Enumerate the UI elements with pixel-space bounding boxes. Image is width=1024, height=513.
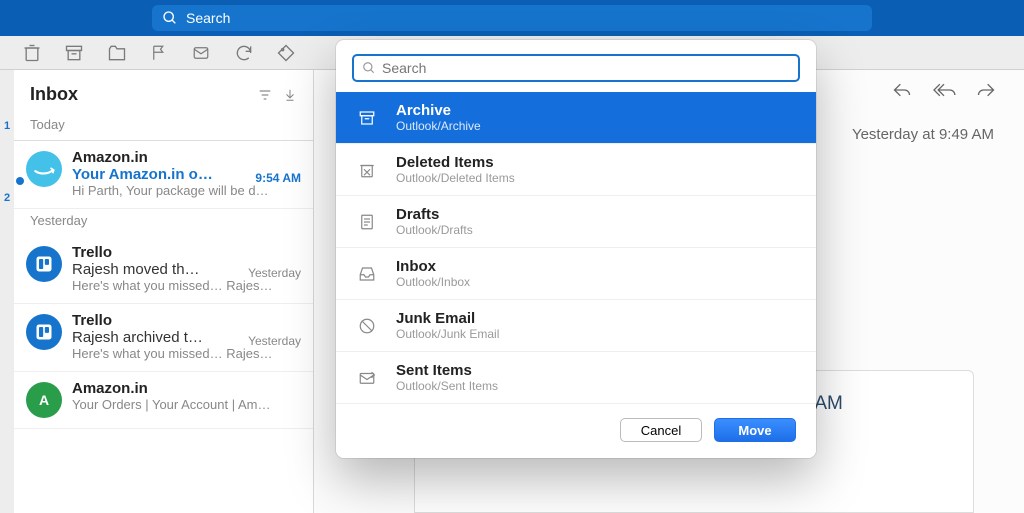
cancel-button[interactable]: Cancel	[620, 418, 702, 442]
message-row[interactable]: TrelloRajesh moved th…Here's what you mi…	[14, 236, 313, 304]
folder-item-sent-items[interactable]: Sent ItemsOutlook/Sent Items	[336, 352, 816, 404]
forward-button[interactable]	[974, 80, 998, 100]
folder-name: Drafts	[396, 206, 473, 223]
sent-icon	[356, 369, 378, 387]
folder-item-inbox[interactable]: InboxOutlook/Inbox	[336, 248, 816, 300]
folder-item-deleted-items[interactable]: Deleted ItemsOutlook/Deleted Items	[336, 144, 816, 196]
archive-icon	[356, 109, 378, 127]
folder-path: Outlook/Inbox	[396, 275, 470, 289]
folder-name: Archive	[396, 102, 481, 119]
trash-icon	[356, 161, 378, 179]
move-button[interactable]	[106, 43, 128, 63]
reply-button[interactable]	[890, 80, 914, 100]
folder-item-junk-email[interactable]: Junk EmailOutlook/Junk Email	[336, 300, 816, 352]
sender-name: Amazon.in	[72, 149, 301, 166]
move-confirm-button[interactable]: Move	[714, 418, 796, 442]
folder-name: Inbox	[396, 258, 470, 275]
message-time: 9:54 AM	[255, 171, 301, 185]
search-placeholder: Search	[186, 10, 230, 26]
section-label: Today	[14, 113, 313, 140]
message-row[interactable]: Amazon.inYour Amazon.in o…Hi Parth, Your…	[14, 140, 313, 209]
flag-button[interactable]	[150, 43, 168, 63]
folder-title: Inbox	[30, 84, 78, 105]
message-time: Yesterday	[248, 334, 301, 348]
section-label: Yesterday	[14, 209, 313, 236]
folder-path: Outlook/Junk Email	[396, 327, 499, 341]
mark-unread-button[interactable]	[190, 44, 212, 62]
folder-path: Outlook/Archive	[396, 119, 481, 133]
account-rail: 1 2	[0, 70, 14, 513]
search-field[interactable]: Search	[152, 5, 872, 31]
avatar	[26, 151, 62, 187]
preview-text: Hi Parth, Your package will be d…	[72, 183, 301, 198]
message-row[interactable]: TrelloRajesh archived t…Here's what you …	[14, 304, 313, 372]
delete-button[interactable]	[22, 43, 42, 63]
message-list: Inbox TodayAmazon.inYour Amazon.in o…Hi …	[14, 70, 314, 513]
account-badge-1[interactable]: 1	[4, 120, 10, 132]
message-row[interactable]: A Amazon.inYour Orders | Your Account | A…	[14, 372, 313, 429]
account-badge-2[interactable]: 2	[4, 192, 10, 204]
sort-icon[interactable]	[283, 87, 297, 103]
message-timestamp: Yesterday at 9:49 AM	[852, 126, 994, 143]
folder-name: Junk Email	[396, 310, 499, 327]
tag-button[interactable]	[276, 43, 296, 63]
preview-text: Here's what you missed… Rajes…	[72, 346, 301, 361]
folder-search-input[interactable]	[352, 54, 800, 82]
preview-text: Here's what you missed… Rajes…	[72, 278, 301, 293]
sender-name: Amazon.in	[72, 380, 301, 397]
folder-search-input-field[interactable]	[382, 60, 790, 76]
sync-button[interactable]	[234, 43, 254, 63]
folder-item-archive[interactable]: ArchiveOutlook/Archive	[336, 92, 816, 144]
avatar	[26, 314, 62, 350]
unread-indicator	[16, 177, 24, 185]
message-time: Yesterday	[248, 266, 301, 280]
avatar	[26, 246, 62, 282]
preview-text: Your Orders | Your Account | Am…	[72, 397, 301, 412]
junk-icon	[356, 317, 378, 335]
filter-icon[interactable]	[257, 87, 273, 103]
drafts-icon	[356, 213, 378, 231]
folder-item-drafts[interactable]: DraftsOutlook/Drafts	[336, 196, 816, 248]
sender-name: Trello	[72, 312, 301, 329]
folder-path: Outlook/Sent Items	[396, 379, 498, 393]
sender-name: Trello	[72, 244, 301, 261]
move-to-folder-dialog: ArchiveOutlook/ArchiveDeleted ItemsOutlo…	[336, 40, 816, 458]
folder-path: Outlook/Drafts	[396, 223, 473, 237]
folder-path: Outlook/Deleted Items	[396, 171, 515, 185]
folder-name: Deleted Items	[396, 154, 515, 171]
search-icon	[362, 61, 376, 75]
global-search-bar: Search	[0, 0, 1024, 36]
archive-button[interactable]	[64, 43, 84, 63]
reply-all-button[interactable]	[930, 80, 958, 100]
search-icon	[162, 10, 178, 26]
inbox-icon	[356, 265, 378, 283]
avatar: A	[26, 382, 62, 418]
folder-name: Sent Items	[396, 362, 498, 379]
